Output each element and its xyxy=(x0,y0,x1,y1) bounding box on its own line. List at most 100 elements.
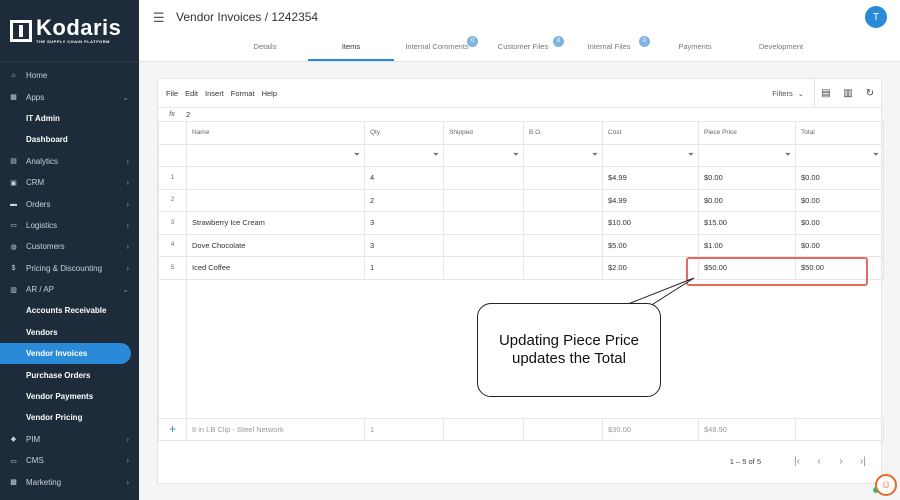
cell-shipped[interactable] xyxy=(443,211,524,235)
sidebar-item-logistics[interactable]: ▭ Logistics › xyxy=(0,215,139,236)
cell-total[interactable]: $0.00 xyxy=(795,166,884,190)
filter-icon[interactable]: ⏷ xyxy=(698,143,796,167)
cell-bo[interactable] xyxy=(523,166,603,190)
prev-page-icon[interactable]: ‹ xyxy=(813,456,825,467)
sidebar-item-home[interactable]: ⌂ Home xyxy=(0,65,139,86)
cell-piece-price[interactable]: $15.00 xyxy=(698,211,796,235)
tab-internal-files[interactable]: Internal Files 0 xyxy=(566,36,652,61)
cell-qty[interactable]: 1 xyxy=(364,256,444,280)
cell-shipped[interactable] xyxy=(443,166,524,190)
user-avatar[interactable]: T xyxy=(865,6,887,28)
sidebar-item-orders[interactable]: ▬ Orders › xyxy=(0,193,139,214)
tab-details[interactable]: Details xyxy=(222,37,308,61)
comment-icon[interactable]: ▤ xyxy=(815,79,837,107)
table-row[interactable]: 4 Dove Chocolate 3 $5.00 $1.00 $0.00 xyxy=(158,233,884,257)
tab-items[interactable]: Items xyxy=(308,37,394,61)
cell-bo[interactable] xyxy=(523,233,603,257)
menu-help[interactable]: Help xyxy=(262,89,277,98)
filter-icon[interactable]: ⏷ xyxy=(523,143,603,167)
sidebar-item-customers[interactable]: ◍ Customers › xyxy=(0,236,139,257)
cell-total[interactable]: $0.00 xyxy=(795,233,884,257)
cell-shipped[interactable] xyxy=(443,256,524,280)
cell-cost[interactable]: $2.00 xyxy=(602,256,699,280)
column-header-b-o[interactable]: B.O. xyxy=(523,121,603,145)
column-header-piece-price[interactable]: Piece Price xyxy=(698,121,796,145)
cell-name[interactable] xyxy=(186,166,365,190)
menu-file[interactable]: File xyxy=(166,89,178,98)
sidebar-item-vendors[interactable]: Vendors xyxy=(0,322,139,343)
filter-icon[interactable]: ⏷ xyxy=(602,143,699,167)
cell-cost[interactable]: $10.00 xyxy=(602,211,699,235)
column-header-shipped[interactable]: Shipped xyxy=(443,121,524,145)
sidebar-item-pricing-discounting[interactable]: $ Pricing & Discounting › xyxy=(0,258,139,279)
cell-qty[interactable]: 3 xyxy=(364,211,444,235)
first-page-icon[interactable]: |‹ xyxy=(791,456,803,467)
sidebar-item-crm[interactable]: ▣ CRM › xyxy=(0,172,139,193)
refresh-icon[interactable]: ↻ xyxy=(859,79,881,107)
hamburger-menu-icon[interactable]: ☰ xyxy=(153,10,165,26)
cell-shipped[interactable] xyxy=(443,233,524,257)
tab-payments[interactable]: Payments xyxy=(652,37,738,61)
new-cell-shipped[interactable] xyxy=(443,417,524,441)
cell-name[interactable]: Dove Chocolate xyxy=(186,233,365,257)
sidebar-item-it-admin[interactable]: IT Admin xyxy=(0,108,139,129)
cell-cost[interactable]: $4.99 xyxy=(602,166,699,190)
sidebar-item-dashboard[interactable]: Dashboard xyxy=(0,129,139,150)
menu-edit[interactable]: Edit xyxy=(185,89,198,98)
cell-total[interactable]: $0.00 xyxy=(795,188,884,212)
cell-cost[interactable]: $5.00 xyxy=(602,233,699,257)
sidebar-item-vendor-payments[interactable]: Vendor Payments xyxy=(0,386,139,407)
last-page-icon[interactable]: ›| xyxy=(857,456,869,467)
column-header-total[interactable]: Total xyxy=(795,121,884,145)
cell-bo[interactable] xyxy=(523,256,603,280)
tab-internal-comments[interactable]: Internal Comments 0 xyxy=(394,36,480,61)
column-header-name[interactable]: Name xyxy=(186,121,365,145)
new-item-row[interactable]: +8 in LB Clip - Steel Network 1 $30.00 $48.… xyxy=(158,417,884,441)
filter-icon[interactable]: ⏷ xyxy=(364,143,444,167)
chat-support-icon[interactable]: ☺ xyxy=(875,474,897,496)
table-row[interactable]: 1 4 $4.99 $0.00 $0.00 xyxy=(158,166,884,190)
cell-name[interactable]: Iced Coffee xyxy=(186,256,365,280)
add-row-icon[interactable]: + xyxy=(158,417,187,441)
new-cell-name[interactable]: 8 in LB Clip - Steel Network xyxy=(186,417,365,441)
menu-format[interactable]: Format xyxy=(231,89,255,98)
new-cell-bo[interactable] xyxy=(523,417,603,441)
sidebar-item-pim[interactable]: ◆ PIM › xyxy=(0,429,139,450)
sidebar-item-purchase-orders[interactable]: Purchase Orders xyxy=(0,364,139,385)
cell-total[interactable]: $0.00 xyxy=(795,211,884,235)
filter-icon[interactable]: ⏷ xyxy=(795,143,884,167)
menu-insert[interactable]: Insert xyxy=(205,89,224,98)
table-row[interactable]: 3 Strawberry Ice Cream 3 $10.00 $15.00 $0.00 xyxy=(158,211,884,235)
cell-bo[interactable] xyxy=(523,188,603,212)
filter-icon[interactable]: ⏷ xyxy=(186,143,365,167)
sidebar-item-cms[interactable]: ▭ CMS › xyxy=(0,450,139,471)
cell-name[interactable] xyxy=(186,188,365,212)
columns-icon[interactable]: ▥ xyxy=(837,79,859,107)
cell-qty[interactable]: 2 xyxy=(364,188,444,212)
sidebar-item-apps[interactable]: ▦ Apps ⌄ xyxy=(0,86,139,107)
tab-customer-files[interactable]: Customer Files 0 xyxy=(480,36,566,61)
cell-qty[interactable]: 4 xyxy=(364,166,444,190)
filter-icon[interactable]: ⏷ xyxy=(443,143,524,167)
sidebar-item-vendor-pricing[interactable]: Vendor Pricing xyxy=(0,407,139,428)
cell-name[interactable]: Strawberry Ice Cream xyxy=(186,211,365,235)
column-header-qty[interactable]: Qty xyxy=(364,121,444,145)
tab-development[interactable]: Development xyxy=(738,37,824,61)
sidebar-item-analytics[interactable]: ▤ Analytics › xyxy=(0,151,139,172)
brand-logo[interactable]: Kodaris THE SUPPLY CHAIN PLATFORM xyxy=(0,0,139,62)
table-row[interactable]: 2 2 $4.99 $0.00 $0.00 xyxy=(158,188,884,212)
cell-cost[interactable]: $4.99 xyxy=(602,188,699,212)
new-cell-qty[interactable]: 1 xyxy=(364,417,444,441)
cell-piece-price[interactable]: $0.00 xyxy=(698,188,796,212)
cell-shipped[interactable] xyxy=(443,188,524,212)
new-cell-total[interactable] xyxy=(795,417,884,441)
new-cell-cost[interactable]: $30.00 xyxy=(602,417,699,441)
cell-bo[interactable] xyxy=(523,211,603,235)
cell-piece-price[interactable]: $1.00 xyxy=(698,233,796,257)
cell-qty[interactable]: 3 xyxy=(364,233,444,257)
new-cell-piece-price[interactable]: $48.90 xyxy=(698,417,796,441)
formula-input[interactable]: 2 xyxy=(186,110,190,119)
sidebar-item-ar-ap[interactable]: ▥ AR / AP ⌄ xyxy=(0,279,139,300)
sidebar-item-marketing[interactable]: ▩ Marketing › xyxy=(0,471,139,492)
filters-dropdown[interactable]: Filters ⌄ xyxy=(772,89,814,98)
